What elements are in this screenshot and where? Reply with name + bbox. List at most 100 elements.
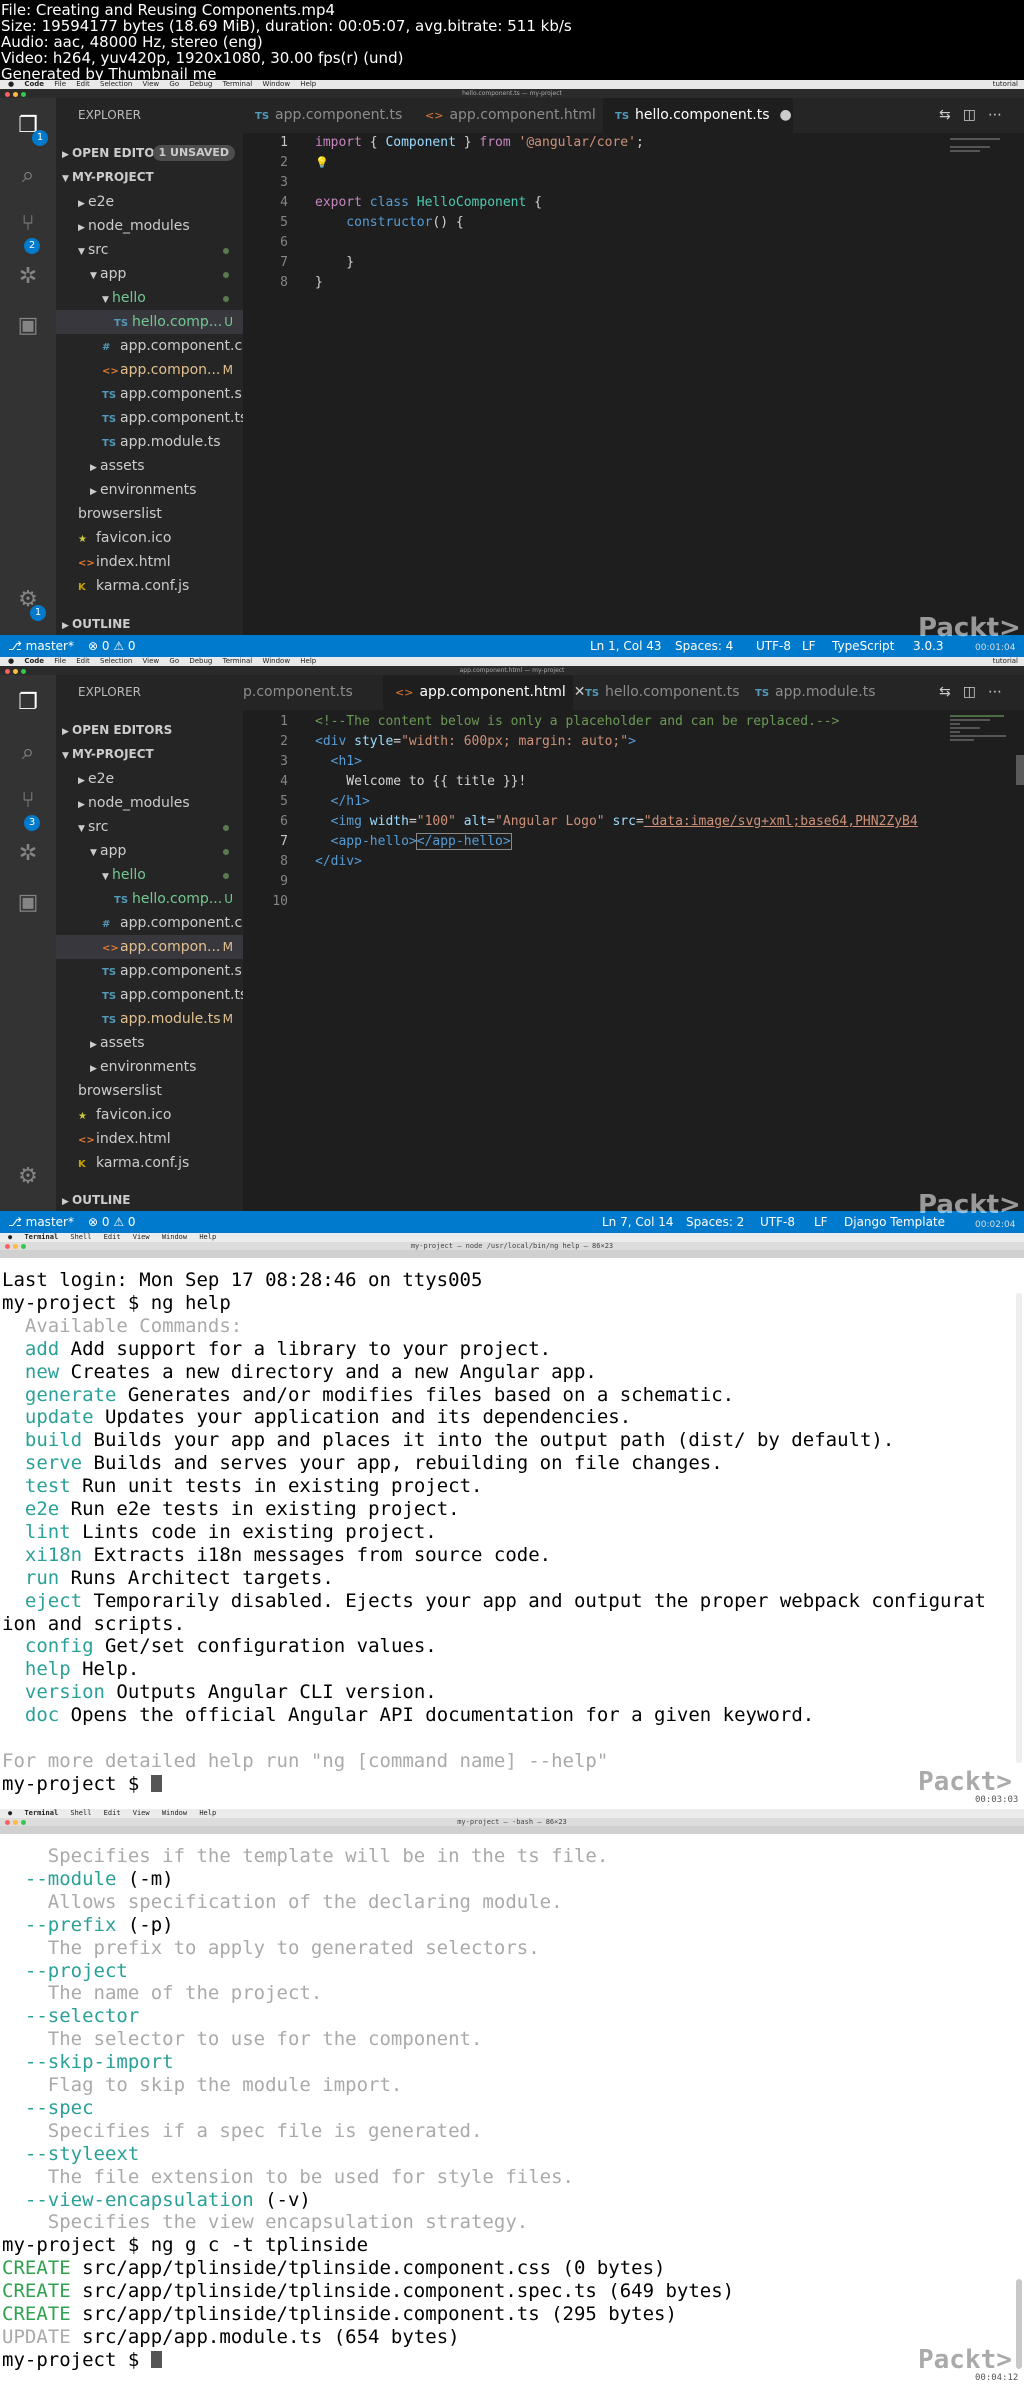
problems-indicator[interactable]: ⊗ 0 ⚠ 0 bbox=[88, 635, 136, 657]
tree-item[interactable]: ▶ environments bbox=[56, 478, 243, 502]
tree-item[interactable]: ▼ app bbox=[56, 839, 243, 863]
apple-icon[interactable]: ● bbox=[8, 1809, 12, 1817]
menu-item[interactable]: View bbox=[133, 1233, 150, 1241]
menu-right-user[interactable]: tutorial bbox=[993, 80, 1018, 89]
tree-item[interactable]: ▶ node_modules bbox=[56, 214, 243, 238]
tree-item[interactable]: ▼ src bbox=[56, 815, 243, 839]
terminal-output[interactable]: Specifies if the template will be in the… bbox=[0, 1845, 1010, 2385]
menu-item[interactable]: Window bbox=[162, 1809, 187, 1817]
apple-icon[interactable]: ● bbox=[8, 657, 14, 665]
menu-item[interactable]: Edit bbox=[76, 80, 90, 88]
tree-item[interactable]: <>app.compon... M bbox=[56, 935, 243, 959]
code-view[interactable]: 1 import { Component } from '@angular/cor… bbox=[243, 133, 943, 613]
menu-item[interactable]: Shell bbox=[70, 1809, 91, 1817]
menu-item[interactable]: View bbox=[143, 657, 160, 665]
menu-item[interactable]: Terminal bbox=[24, 1233, 58, 1241]
branch-indicator[interactable]: ⎇ master* bbox=[8, 1211, 74, 1233]
outline-section[interactable]: ▶ OUTLINE bbox=[56, 1189, 243, 1211]
open-changes-icon[interactable]: ⇆ bbox=[939, 107, 963, 123]
project-section[interactable]: ▼ MY-PROJECT bbox=[56, 166, 243, 188]
encoding[interactable]: UTF-8 bbox=[756, 635, 791, 657]
minimap[interactable] bbox=[950, 715, 1010, 743]
menu-item[interactable]: File bbox=[54, 80, 66, 88]
gear-icon[interactable]: ⚙ bbox=[14, 1163, 42, 1191]
tree-item[interactable]: TS app.component.ts bbox=[56, 406, 243, 430]
open-editors-section[interactable]: ▶ OPEN EDITORS 1 UNSAVED bbox=[56, 142, 243, 164]
tab-app-component-html[interactable]: <> app.component.html bbox=[413, 98, 603, 133]
menu-item[interactable]: Help bbox=[199, 1809, 216, 1817]
more-actions-icon[interactable]: ⋯ bbox=[988, 107, 1014, 123]
tree-item[interactable]: <>app.compon... M bbox=[56, 358, 243, 382]
extensions-icon[interactable]: ▣ bbox=[14, 889, 42, 917]
debug-icon[interactable]: ✲ bbox=[14, 263, 42, 291]
tree-item[interactable]: ▼ src bbox=[56, 238, 243, 262]
minimap[interactable] bbox=[950, 138, 1010, 154]
apple-icon[interactable]: ● bbox=[8, 1233, 12, 1241]
menu-item[interactable]: Code bbox=[24, 80, 44, 88]
tree-item[interactable]: Kkarma.conf.js bbox=[56, 1151, 243, 1175]
terminal-scrollbar[interactable] bbox=[1016, 2279, 1022, 2369]
menu-item[interactable]: Debug bbox=[189, 80, 212, 88]
tree-item[interactable]: ▼ app bbox=[56, 262, 243, 286]
tree-item[interactable]: TS app.module.ts M bbox=[56, 1007, 243, 1031]
tree-item[interactable]: ▶ assets bbox=[56, 454, 243, 478]
tree-item[interactable]: # app.component.css bbox=[56, 911, 243, 935]
more-actions-icon[interactable]: ⋯ bbox=[988, 684, 1014, 700]
files-icon[interactable]: ❐ bbox=[14, 689, 42, 717]
tree-item[interactable]: <>index.html bbox=[56, 550, 243, 574]
tree-item[interactable]: ▼ hello bbox=[56, 286, 243, 310]
tree-item[interactable]: ★ favicon.ico bbox=[56, 526, 243, 550]
tree-item[interactable]: TS hello.comp... U bbox=[56, 887, 243, 911]
search-icon[interactable]: ⌕ bbox=[14, 162, 42, 190]
menu-right-user[interactable]: tutorial bbox=[993, 657, 1018, 666]
tree-item[interactable]: ▶ e2e bbox=[56, 767, 243, 791]
menu-item[interactable]: Selection bbox=[100, 657, 132, 665]
menu-item[interactable]: Code bbox=[24, 657, 44, 665]
encoding[interactable]: UTF-8 bbox=[760, 1211, 795, 1233]
menu-item[interactable]: Selection bbox=[100, 80, 132, 88]
split-editor-icon[interactable]: ◫ bbox=[963, 684, 988, 700]
tree-item[interactable]: TS app.component.s... bbox=[56, 382, 243, 406]
menu-item[interactable]: Window bbox=[262, 657, 290, 665]
open-editors-section[interactable]: ▶ OPEN EDITORS bbox=[56, 719, 243, 741]
menu-item[interactable]: Edit bbox=[104, 1233, 121, 1241]
menu-item[interactable]: Go bbox=[169, 657, 179, 665]
terminal-output[interactable]: Last login: Mon Sep 17 08:28:46 on ttys0… bbox=[0, 1269, 1010, 1809]
tab-app-component-ts[interactable]: TS app.component.ts bbox=[243, 98, 413, 133]
menu-item[interactable]: Terminal bbox=[24, 1809, 58, 1817]
extensions-icon[interactable]: ▣ bbox=[14, 312, 42, 340]
tree-item[interactable]: # app.component.css bbox=[56, 334, 243, 358]
source-control-icon[interactable]: ⑂ bbox=[14, 787, 42, 815]
end-of-line[interactable]: LF bbox=[814, 1211, 828, 1233]
menu-item[interactable]: Window bbox=[262, 80, 290, 88]
tree-item[interactable]: TS app.module.ts bbox=[56, 430, 243, 454]
tab-app-component-html[interactable]: <> app.component.html ✕ bbox=[383, 675, 586, 710]
tab-app-component-ts[interactable]: p.component.ts bbox=[243, 675, 383, 710]
cursor-position[interactable]: Ln 1, Col 43 bbox=[590, 635, 662, 657]
tree-item[interactable]: browserslist bbox=[56, 502, 243, 526]
code-view[interactable]: 1 <!--The content below is only a placeho… bbox=[243, 712, 943, 1192]
menu-item[interactable]: Go bbox=[169, 80, 179, 88]
tab-hello-component-ts[interactable]: TS hello.component.ts bbox=[573, 675, 743, 710]
apple-icon[interactable]: ● bbox=[8, 80, 14, 88]
menu-item[interactable]: Debug bbox=[189, 657, 212, 665]
tree-item[interactable]: TS app.component.s... bbox=[56, 959, 243, 983]
tree-item[interactable]: ▶ assets bbox=[56, 1031, 243, 1055]
indentation[interactable]: Spaces: 4 bbox=[675, 635, 733, 657]
menu-item[interactable]: File bbox=[54, 657, 66, 665]
tree-item[interactable]: ▶ e2e bbox=[56, 190, 243, 214]
open-changes-icon[interactable]: ⇆ bbox=[939, 684, 963, 700]
split-editor-icon[interactable]: ◫ bbox=[963, 107, 988, 123]
tab-hello-component-ts[interactable]: TS hello.component.ts ● bbox=[603, 98, 793, 133]
tree-item[interactable]: ▶ environments bbox=[56, 1055, 243, 1079]
debug-icon[interactable]: ✲ bbox=[14, 840, 42, 868]
editor-scrollbar[interactable] bbox=[1016, 755, 1024, 785]
tree-item[interactable]: <>index.html bbox=[56, 1127, 243, 1151]
menu-item[interactable]: View bbox=[133, 1809, 150, 1817]
source-control-icon[interactable]: ⑂ bbox=[14, 210, 42, 238]
problems-indicator[interactable]: ⊗ 0 ⚠ 0 bbox=[88, 1211, 136, 1233]
tree-item[interactable]: ▶ node_modules bbox=[56, 791, 243, 815]
search-icon[interactable]: ⌕ bbox=[14, 739, 42, 767]
menu-item[interactable]: Help bbox=[300, 657, 316, 665]
project-section[interactable]: ▼ MY-PROJECT bbox=[56, 743, 243, 765]
